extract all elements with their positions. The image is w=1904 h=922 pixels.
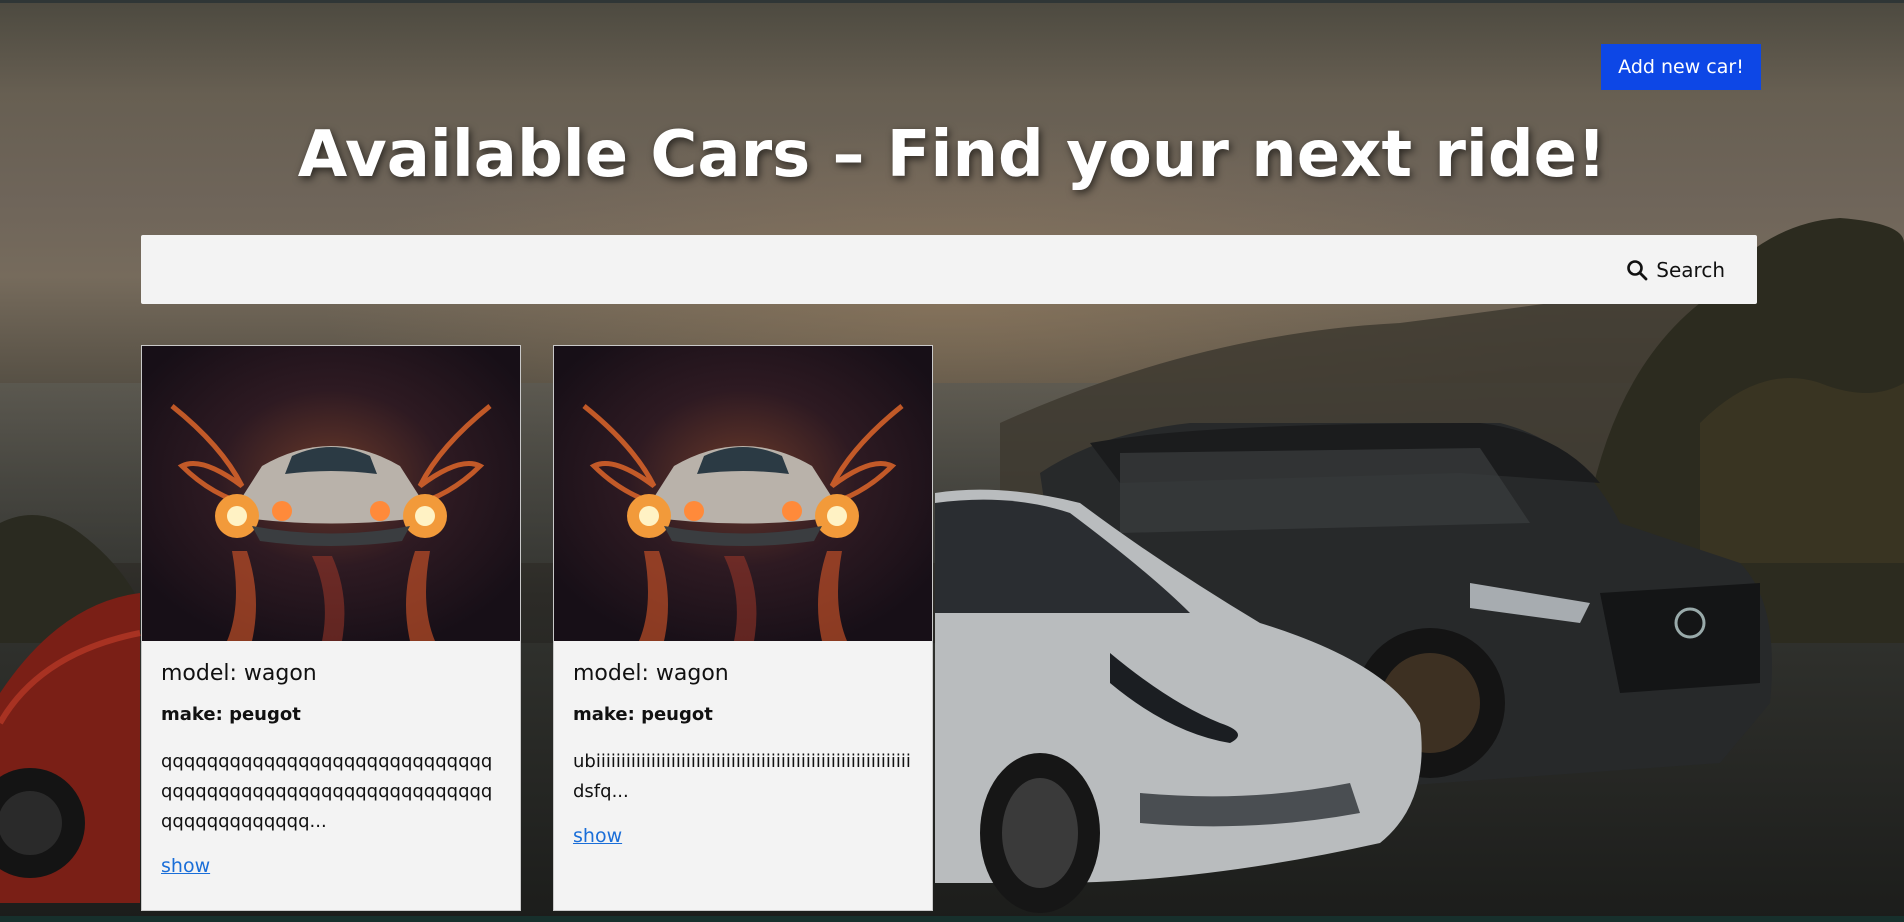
- search-input[interactable]: [141, 235, 1591, 304]
- bottom-bar: [0, 916, 1904, 922]
- car-card: model: wagon make: peugot qqqqqqqqqqqqqq…: [141, 345, 521, 911]
- show-link[interactable]: show: [573, 825, 622, 847]
- car-description: ubiiiiiiiiiiiiiiiiiiiiiiiiiiiiiiiiiiiiii…: [573, 751, 911, 802]
- car-card: model: wagon make: peugot ubiiiiiiiiiiii…: [553, 345, 933, 911]
- search-button-label: Search: [1656, 258, 1725, 282]
- car-image: [142, 346, 520, 641]
- car-make: make: peugot: [573, 704, 713, 725]
- car-image: [554, 346, 932, 641]
- car-make: make: peugot: [161, 704, 301, 725]
- search-bar: Search: [141, 235, 1757, 304]
- page-background: Add new car! Available Cars – Find your …: [0, 0, 1904, 916]
- search-button[interactable]: Search: [1626, 252, 1725, 288]
- search-icon: [1627, 260, 1648, 281]
- car-model: model: wagon: [161, 661, 317, 686]
- add-new-car-button[interactable]: Add new car!: [1601, 44, 1761, 90]
- show-link[interactable]: show: [161, 855, 210, 877]
- page-title: Available Cars – Find your next ride!: [297, 118, 1607, 192]
- car-description: qqqqqqqqqqqqqqqqqqqqqqqqqqqqqqqqqqqqqqqq…: [161, 751, 493, 832]
- car-model: model: wagon: [573, 661, 729, 686]
